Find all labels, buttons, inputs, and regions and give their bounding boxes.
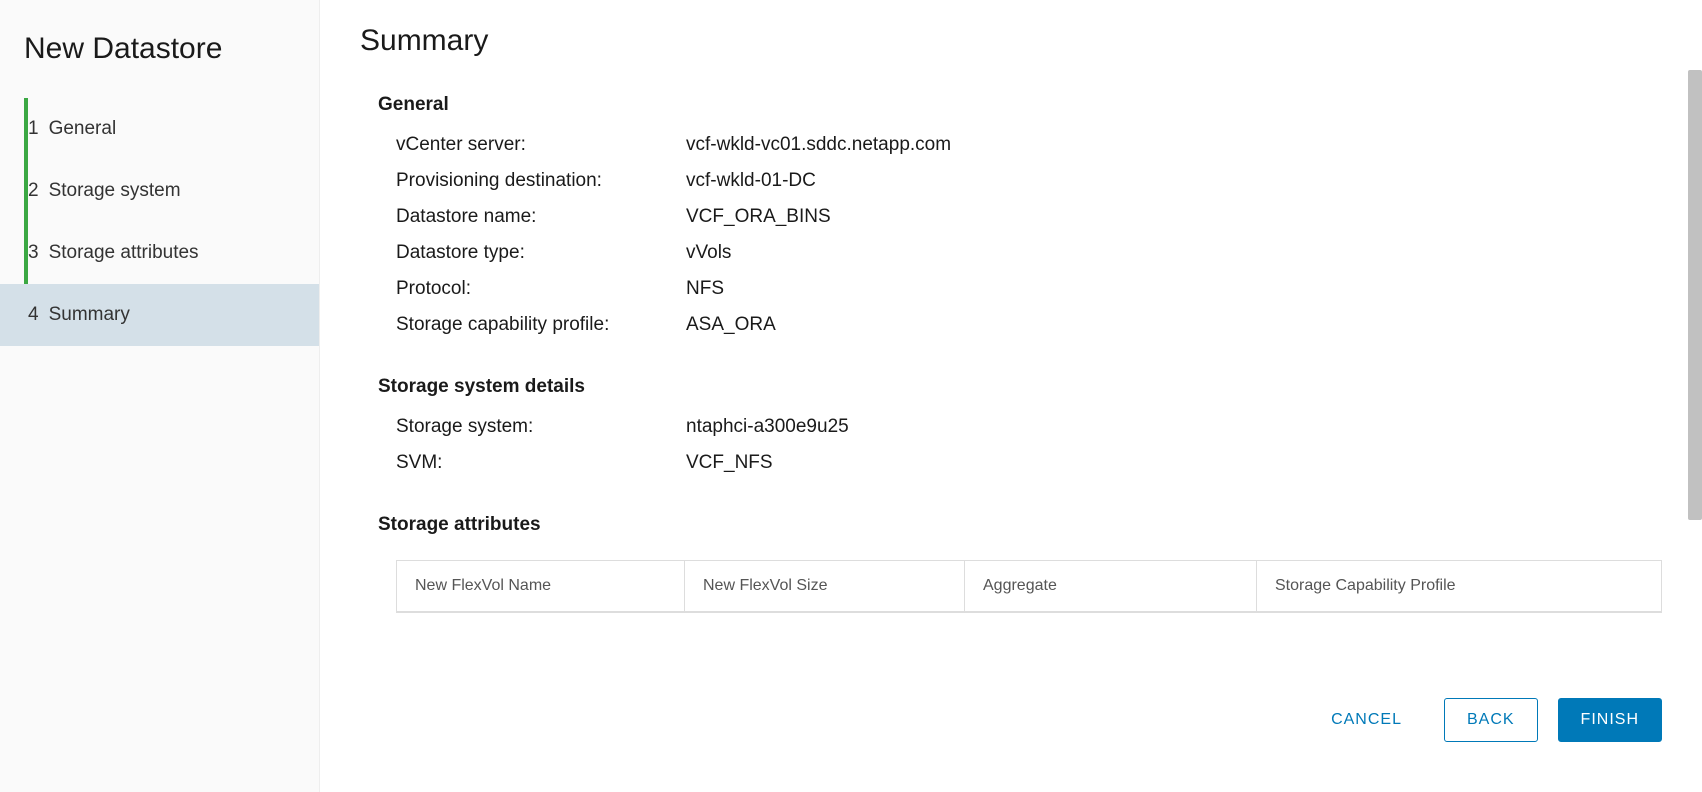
col-aggregate[interactable]: Aggregate	[965, 561, 1257, 611]
step-num: 2	[28, 180, 39, 202]
label-protocol: Protocol:	[396, 278, 686, 300]
step-storage-attributes[interactable]: 3 Storage attributes	[0, 222, 319, 284]
step-num: 4	[28, 304, 39, 326]
row-prov-dest: Provisioning destination: vcf-wkld-01-DC	[378, 170, 1662, 192]
page-title: Summary	[360, 24, 1662, 58]
wizard-footer: CANCEL BACK FINISH	[1309, 698, 1662, 742]
value-ds-name: VCF_ORA_BINS	[686, 206, 831, 228]
label-ds-type: Datastore type:	[396, 242, 686, 264]
value-prov-dest: vcf-wkld-01-DC	[686, 170, 816, 192]
table-header: New FlexVol Name New FlexVol Size Aggreg…	[397, 561, 1661, 612]
value-storage-system: ntaphci-a300e9u25	[686, 416, 849, 438]
row-storage-system: Storage system: ntaphci-a300e9u25	[378, 416, 1662, 438]
col-flexvol-size[interactable]: New FlexVol Size	[685, 561, 965, 611]
section-title: Storage system details	[378, 376, 1662, 398]
section-storage-attributes: Storage attributes New FlexVol Name New …	[360, 514, 1662, 613]
step-general[interactable]: 1 General	[0, 98, 319, 160]
section-general: General vCenter server: vcf-wkld-vc01.sd…	[360, 94, 1662, 336]
row-ds-name: Datastore name: VCF_ORA_BINS	[378, 206, 1662, 228]
value-ds-type: vVols	[686, 242, 731, 264]
main-content: Summary General vCenter server: vcf-wkld…	[320, 0, 1702, 792]
step-label: General	[49, 118, 117, 140]
row-svm: SVM: VCF_NFS	[378, 452, 1662, 474]
value-scp: ASA_ORA	[686, 314, 776, 336]
label-storage-system: Storage system:	[396, 416, 686, 438]
step-num: 1	[28, 118, 39, 140]
row-ds-type: Datastore type: vVols	[378, 242, 1662, 264]
label-svm: SVM:	[396, 452, 686, 474]
step-label: Storage attributes	[49, 242, 199, 264]
step-label: Storage system	[49, 180, 181, 202]
cancel-button[interactable]: CANCEL	[1309, 699, 1424, 741]
section-storage-system: Storage system details Storage system: n…	[360, 376, 1662, 474]
step-num: 3	[28, 242, 39, 264]
col-scp[interactable]: Storage Capability Profile	[1257, 561, 1661, 611]
row-protocol: Protocol: NFS	[378, 278, 1662, 300]
label-scp: Storage capability profile:	[396, 314, 686, 336]
col-flexvol-name[interactable]: New FlexVol Name	[397, 561, 685, 611]
step-label: Summary	[49, 304, 130, 326]
scrollbar-thumb[interactable]	[1688, 70, 1702, 520]
row-vcenter: vCenter server: vcf-wkld-vc01.sddc.netap…	[378, 134, 1662, 156]
wizard-sidebar: New Datastore 1 General 2 Storage system…	[0, 0, 320, 792]
label-vcenter: vCenter server:	[396, 134, 686, 156]
label-ds-name: Datastore name:	[396, 206, 686, 228]
section-title: Storage attributes	[378, 514, 1662, 536]
section-title: General	[378, 94, 1662, 116]
value-vcenter: vcf-wkld-vc01.sddc.netapp.com	[686, 134, 951, 156]
finish-button[interactable]: FINISH	[1558, 698, 1662, 742]
row-scp: Storage capability profile: ASA_ORA	[378, 314, 1662, 336]
step-storage-system[interactable]: 2 Storage system	[0, 160, 319, 222]
back-button[interactable]: BACK	[1444, 698, 1538, 742]
value-protocol: NFS	[686, 278, 724, 300]
storage-attrs-table: New FlexVol Name New FlexVol Size Aggreg…	[396, 560, 1662, 613]
wizard-title: New Datastore	[0, 24, 319, 98]
step-summary[interactable]: 4 Summary	[0, 284, 319, 346]
value-svm: VCF_NFS	[686, 452, 773, 474]
label-prov-dest: Provisioning destination:	[396, 170, 686, 192]
